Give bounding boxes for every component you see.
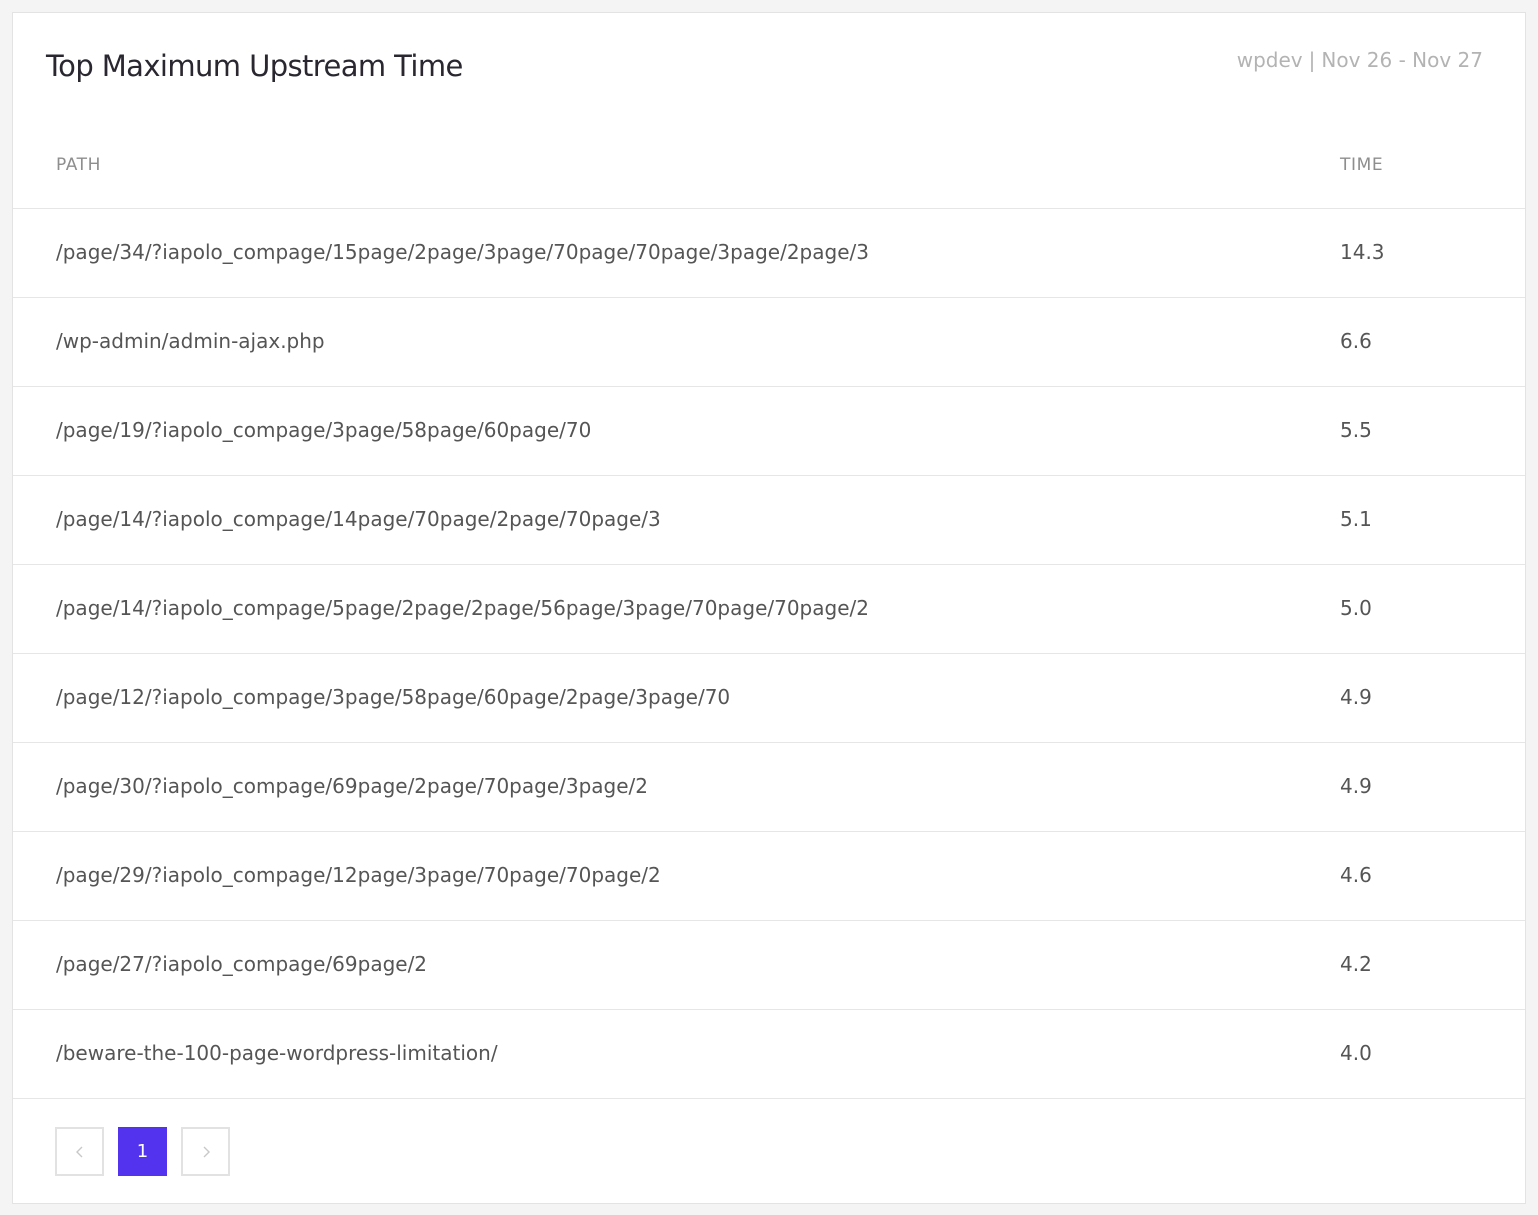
time-cell: 4.6 — [1340, 863, 1372, 887]
path-cell: /page/29/?iapolo_compage/12page/3page/70… — [56, 863, 661, 887]
table-row: /page/27/?iapolo_compage/69page/2 4.2 — [13, 921, 1525, 1010]
table-row: /page/19/?iapolo_compage/3page/58page/60… — [13, 387, 1525, 476]
path-cell: /page/14/?iapolo_compage/5page/2page/2pa… — [56, 596, 869, 620]
path-cell: /page/30/?iapolo_compage/69page/2page/70… — [56, 774, 649, 798]
table-row: /page/34/?iapolo_compage/15page/2page/3p… — [13, 209, 1525, 298]
path-cell: /beware-the-100-page-wordpress-limitatio… — [56, 1041, 498, 1065]
column-header-time: TIME — [1340, 155, 1384, 175]
path-cell: /page/19/?iapolo_compage/3page/58page/60… — [56, 418, 592, 442]
card-title: Top Maximum Upstream Time — [46, 49, 463, 83]
chevron-right-icon — [203, 1146, 210, 1157]
column-header-path: PATH — [56, 155, 102, 175]
table-body: /page/34/?iapolo_compage/15page/2page/3p… — [13, 209, 1525, 1099]
card-header: Top Maximum Upstream Time wpdev | Nov 26 -… — [13, 13, 1525, 133]
path-cell: /page/12/?iapolo_compage/3page/58page/60… — [56, 685, 731, 709]
previous-page-button[interactable] — [55, 1127, 104, 1176]
date-range: Nov 26 - Nov 27 — [1321, 48, 1483, 72]
site-name: wpdev — [1236, 48, 1303, 72]
table-row: /page/12/?iapolo_compage/3page/58page/60… — [13, 654, 1525, 743]
time-cell: 4.9 — [1340, 685, 1372, 709]
page-1-button[interactable]: 1 — [118, 1127, 167, 1176]
time-cell: 4.9 — [1340, 774, 1372, 798]
time-cell: 4.0 — [1340, 1041, 1372, 1065]
path-cell: /page/27/?iapolo_compage/69page/2 — [56, 952, 428, 976]
time-cell: 4.2 — [1340, 952, 1372, 976]
upstream-time-card: Top Maximum Upstream Time wpdev | Nov 26 -… — [12, 12, 1526, 1204]
time-cell: 5.0 — [1340, 596, 1372, 620]
table-row: /page/30/?iapolo_compage/69page/2page/70… — [13, 743, 1525, 832]
table-row: /page/29/?iapolo_compage/12page/3page/70… — [13, 832, 1525, 921]
table-row: /page/14/?iapolo_compage/5page/2page/2pa… — [13, 565, 1525, 654]
next-page-button[interactable] — [181, 1127, 230, 1176]
table-row: /page/14/?iapolo_compage/14page/70page/2… — [13, 476, 1525, 565]
table-header: PATH TIME — [13, 133, 1525, 209]
chevron-left-icon — [75, 1146, 82, 1157]
meta-separator: | — [1308, 48, 1316, 72]
table-row: /beware-the-100-page-wordpress-limitatio… — [13, 1010, 1525, 1099]
time-cell: 5.1 — [1340, 507, 1372, 531]
time-cell: 14.3 — [1340, 240, 1385, 264]
table-row: /wp-admin/admin-ajax.php 6.6 — [13, 298, 1525, 387]
path-cell: /page/34/?iapolo_compage/15page/2page/3p… — [56, 240, 869, 264]
path-cell: /page/14/?iapolo_compage/14page/70page/2… — [56, 507, 661, 531]
time-cell: 6.6 — [1340, 329, 1372, 353]
time-cell: 5.5 — [1340, 418, 1372, 442]
card-meta: wpdev | Nov 26 - Nov 27 — [1237, 48, 1483, 72]
path-cell: /wp-admin/admin-ajax.php — [56, 329, 325, 353]
